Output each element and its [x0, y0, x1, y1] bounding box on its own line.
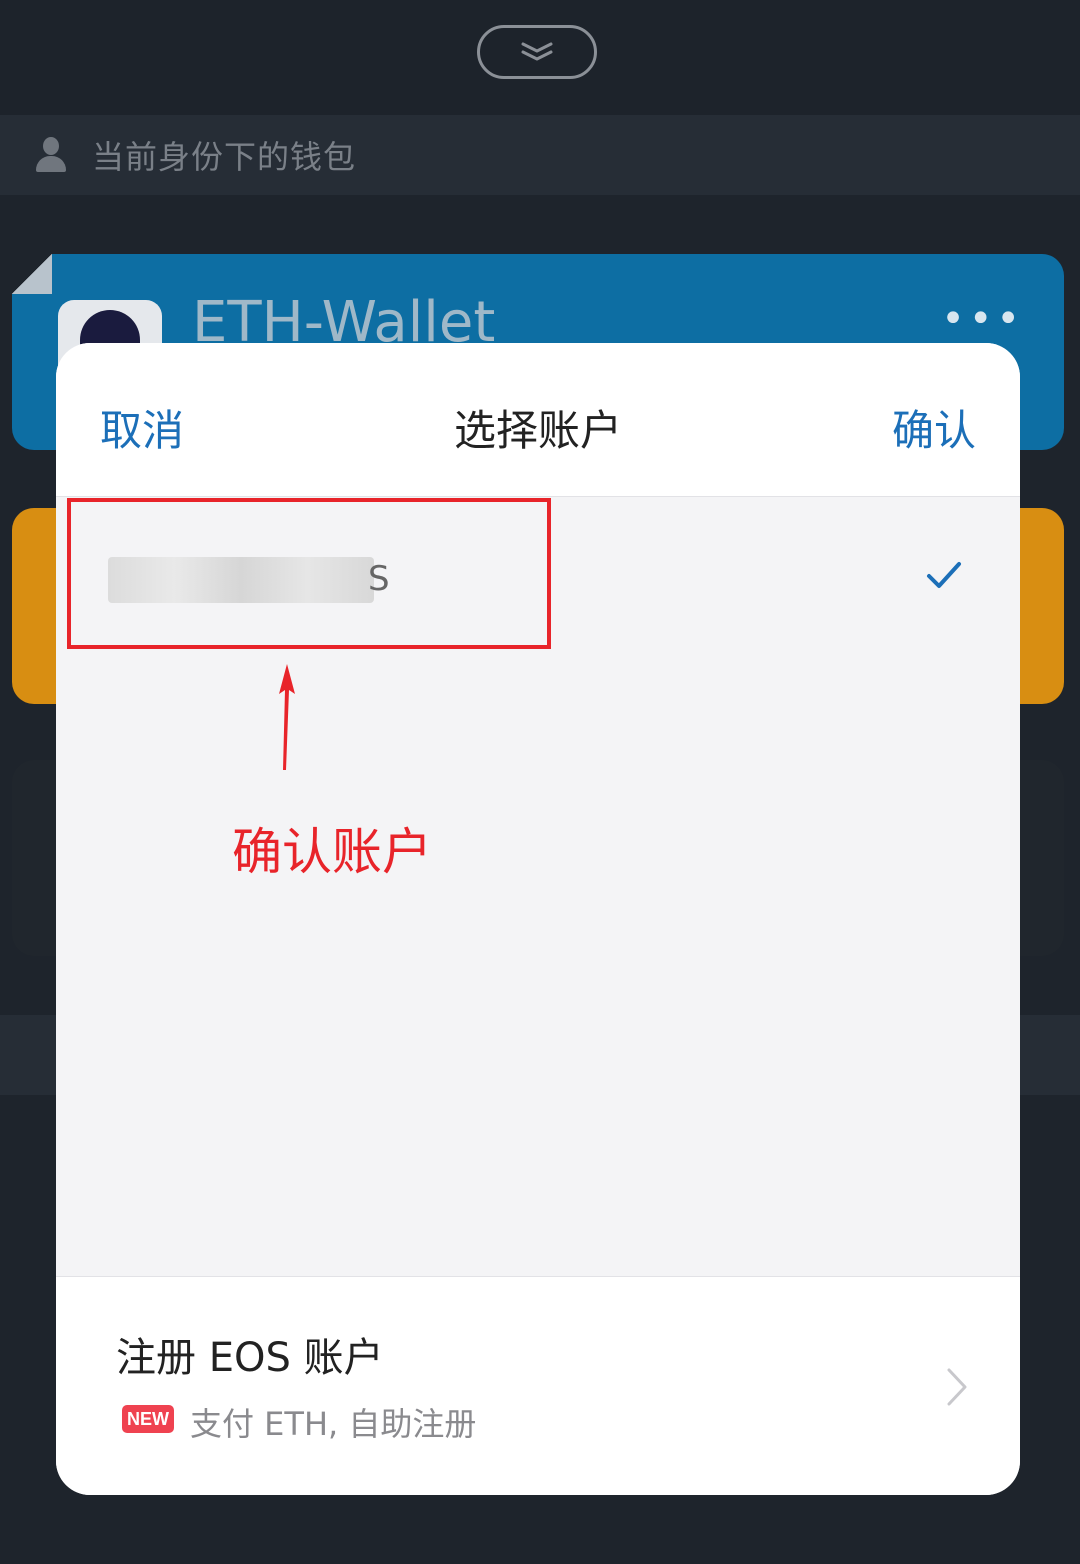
register-eos-account-row[interactable]: 注册 EOS 账户 NEW 支付 ETH, 自助注册 — [56, 1276, 1020, 1495]
collapse-button[interactable] — [477, 25, 597, 79]
section-title: 当前身份下的钱包 — [92, 138, 357, 176]
top-bar — [0, 0, 1080, 115]
wallet-section-header: 当前身份下的钱包 — [0, 115, 1080, 195]
register-subtitle: 支付 ETH, 自助注册 — [190, 1405, 477, 1443]
card-fold-corner — [12, 254, 52, 294]
register-title: 注册 EOS 账户 — [116, 1335, 384, 1381]
modal-title: 选择账户 — [453, 406, 622, 455]
more-icon[interactable]: ••• — [941, 296, 1024, 342]
annotation-text: 确认账户 — [232, 823, 432, 881]
modal-header: 取消 选择账户 确认 — [56, 343, 1020, 497]
person-icon — [36, 137, 66, 173]
confirm-button[interactable]: 确认 — [892, 397, 976, 458]
annotation-highlight-box — [67, 498, 551, 649]
check-icon — [927, 562, 961, 588]
new-badge: NEW — [122, 1405, 174, 1433]
arrow-up-icon — [279, 664, 295, 770]
double-chevron-down-icon — [521, 42, 553, 61]
chevron-right-icon — [947, 1368, 967, 1406]
